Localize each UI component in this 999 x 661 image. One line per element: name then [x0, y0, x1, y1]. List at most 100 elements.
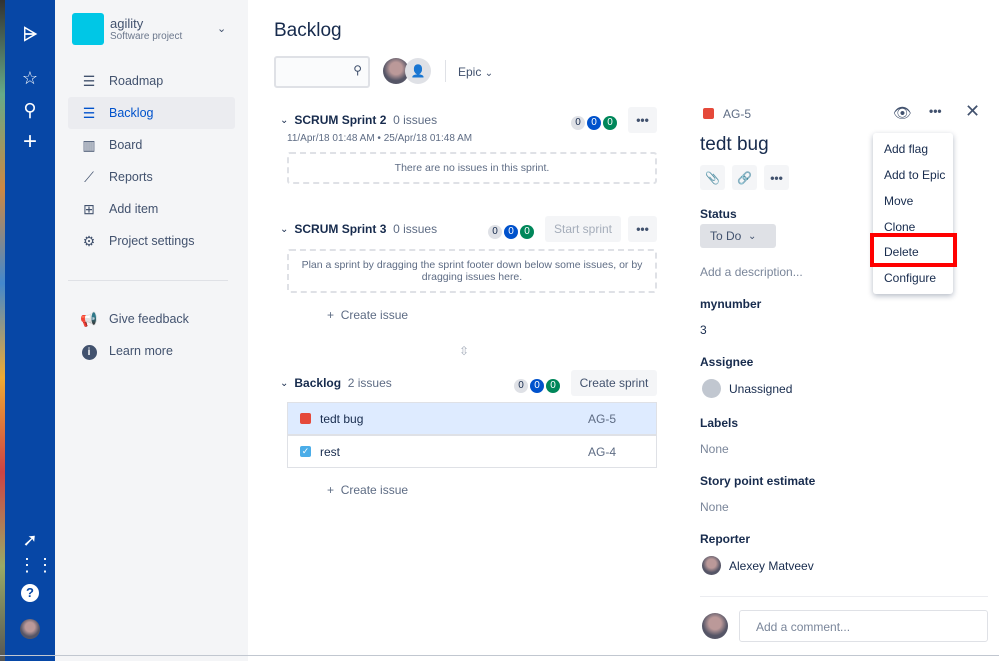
- story-points-value[interactable]: None: [700, 500, 729, 514]
- chevron-down-icon[interactable]: ⌄: [217, 22, 226, 35]
- divider: [700, 596, 988, 597]
- empty-sprint-dropzone: Plan a sprint by dragging the sprint foo…: [287, 249, 657, 293]
- field-label: mynumber: [700, 297, 762, 311]
- sidebar-item-add-item[interactable]: ⊞ Add item: [68, 193, 235, 225]
- sprint-header[interactable]: ⌄ SCRUM Sprint 3 0 issues: [280, 222, 437, 236]
- roadmap-icon: ☰: [82, 72, 96, 89]
- status-dropdown[interactable]: To Do ⌄: [700, 224, 776, 248]
- label: Reports: [109, 170, 153, 184]
- inprogress-badge: 0: [587, 116, 601, 130]
- epic-filter[interactable]: Epic ⌄: [458, 65, 493, 79]
- done-badge: 0: [546, 379, 560, 393]
- sidebar-item-reports[interactable]: ⟋ Reports: [68, 161, 235, 193]
- todo-badge: 0: [488, 225, 502, 239]
- chevron-down-icon: ⌄: [280, 377, 289, 389]
- star-icon[interactable]: ☆: [18, 66, 42, 90]
- backlog-header[interactable]: ⌄ Backlog 2 issues: [280, 376, 392, 390]
- inprogress-badge: 0: [504, 225, 518, 239]
- reporter-value[interactable]: Alexey Matveev: [729, 559, 814, 573]
- more-icon[interactable]: •••: [929, 104, 942, 118]
- project-logo: [72, 13, 104, 45]
- issue-actions-menu: Add flag Add to Epic Move Clone Delete C…: [873, 133, 953, 294]
- bug-icon: [300, 413, 311, 424]
- issue-count: 0 issues: [393, 222, 438, 236]
- description-field[interactable]: Add a description...: [700, 265, 803, 279]
- sidebar-item-give-feedback[interactable]: 📢 Give feedback: [68, 303, 235, 335]
- field-label: Reporter: [700, 532, 751, 546]
- delete-highlight-box: [870, 233, 957, 267]
- user-avatar: [702, 613, 728, 639]
- field-label: Story point estimate: [700, 474, 816, 488]
- window-bottom-edge: [0, 655, 999, 656]
- sidebar-item-board[interactable]: ▥ Board: [68, 129, 235, 161]
- unassigned-avatar-icon: [702, 379, 721, 398]
- task-icon: ✓: [300, 446, 311, 457]
- issue-count: 2 issues: [347, 376, 392, 390]
- mynumber-value[interactable]: 3: [700, 323, 707, 337]
- backlog-name: Backlog: [294, 376, 342, 390]
- drag-handle-icon[interactable]: ⇳: [459, 344, 469, 358]
- sidebar-item-backlog[interactable]: ☰ Backlog: [68, 97, 235, 129]
- issue-title[interactable]: tedt bug: [700, 134, 769, 156]
- board-icon: ▥: [82, 136, 96, 153]
- more-button[interactable]: •••: [764, 165, 789, 190]
- divider: [68, 280, 228, 281]
- add-people-icon[interactable]: 👤: [405, 58, 431, 84]
- help-icon[interactable]: ?: [21, 584, 39, 602]
- menu-item-add-flag[interactable]: Add flag: [884, 142, 928, 156]
- sidebar-item-learn-more[interactable]: i Learn more: [68, 335, 235, 367]
- status-label: Status: [700, 207, 737, 221]
- more-button[interactable]: •••: [628, 216, 657, 242]
- chevron-down-icon: ⌄: [280, 223, 289, 235]
- project-sidebar: agility Software project ⌄ ☰ Roadmap ☰ Bac…: [55, 0, 248, 661]
- label: Give feedback: [109, 312, 189, 326]
- watch-eye-icon[interactable]: 👁: [893, 104, 912, 122]
- search-icon[interactable]: ⚲: [18, 98, 42, 122]
- backlog-icon: ☰: [82, 104, 96, 121]
- sidebar-item-project-settings[interactable]: ⚙ Project settings: [68, 225, 235, 257]
- close-icon[interactable]: ✕: [965, 101, 980, 122]
- assignee-value[interactable]: Unassigned: [729, 382, 792, 396]
- label: Project settings: [109, 234, 195, 248]
- create-sprint-button[interactable]: Create sprint: [571, 370, 657, 396]
- done-badge: 0: [603, 116, 617, 130]
- rocket-icon[interactable]: ➚: [18, 528, 42, 552]
- menu-item-move[interactable]: Move: [884, 194, 913, 208]
- label: Roadmap: [109, 74, 164, 88]
- labels-value[interactable]: None: [700, 442, 729, 456]
- more-button[interactable]: •••: [628, 107, 657, 133]
- label: Create issue: [340, 483, 409, 497]
- create-issue-button[interactable]: + Create issue: [327, 483, 408, 497]
- issue-row[interactable]: ✓ rest AG-4: [287, 435, 657, 468]
- sprint-header[interactable]: ⌄ SCRUM Sprint 2 0 issues: [280, 113, 437, 127]
- label: Add item: [109, 202, 159, 216]
- project-name: agility: [110, 16, 144, 31]
- link-icon[interactable]: 🔗: [732, 165, 757, 190]
- field-label: Labels: [700, 416, 739, 430]
- app-switcher-icon[interactable]: ⋮⋮: [18, 553, 54, 577]
- create-icon[interactable]: +: [18, 130, 42, 154]
- create-issue-button[interactable]: + Create issue: [327, 308, 408, 322]
- jira-logo-icon[interactable]: ⩥: [18, 22, 42, 46]
- issue-key-link[interactable]: AG-5: [723, 107, 751, 121]
- attach-icon[interactable]: 📎: [700, 165, 725, 190]
- start-sprint-button[interactable]: Start sprint: [545, 216, 621, 242]
- issue-summary: tedt bug: [320, 411, 364, 426]
- menu-item-clone[interactable]: Clone: [884, 220, 915, 234]
- user-avatar[interactable]: [20, 619, 40, 639]
- search-icon: ⚲: [353, 63, 362, 77]
- info-icon: i: [80, 342, 98, 360]
- issue-summary: rest: [320, 444, 341, 459]
- menu-item-configure[interactable]: Configure: [884, 271, 936, 285]
- status-value: To Do: [710, 229, 742, 243]
- todo-badge: 0: [514, 379, 528, 393]
- chevron-down-icon: ⌄: [280, 114, 289, 126]
- search-input[interactable]: ⚲: [274, 56, 370, 88]
- issue-key: AG-4: [588, 444, 617, 459]
- field-label: Assignee: [700, 355, 754, 369]
- gear-icon: ⚙: [82, 232, 96, 249]
- comment-input[interactable]: Add a comment...: [739, 610, 988, 642]
- menu-item-add-to-epic[interactable]: Add to Epic: [884, 168, 945, 182]
- sidebar-item-roadmap[interactable]: ☰ Roadmap: [68, 65, 235, 97]
- issue-row[interactable]: tedt bug AG-5: [287, 402, 657, 435]
